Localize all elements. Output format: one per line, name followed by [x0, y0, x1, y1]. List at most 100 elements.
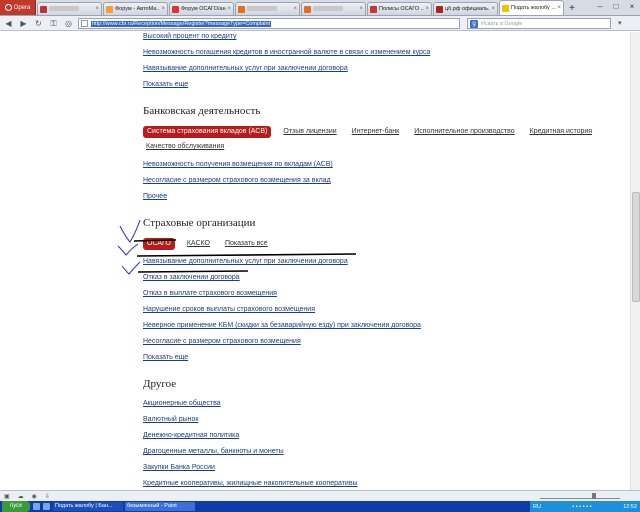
- subcategory-tab-active[interactable]: ОСАГО: [143, 238, 175, 250]
- category-link[interactable]: Кредитные кооперативы, жилищные накопите…: [143, 479, 623, 490]
- category-link[interactable]: Навязывание дополнительных услуг при зак…: [143, 257, 623, 273]
- browser-tab[interactable]: Форум ОСАГО/ан... ×: [169, 2, 234, 15]
- tray-language[interactable]: RU: [533, 504, 541, 510]
- quicklaunch-icon[interactable]: [33, 503, 40, 510]
- tab-title: [247, 5, 292, 13]
- browser-tab[interactable]: ×: [301, 2, 366, 15]
- vertical-scrollbar[interactable]: [630, 32, 640, 490]
- tab-close-icon[interactable]: ×: [293, 6, 297, 12]
- subcategory-tab[interactable]: Кредитная история: [527, 126, 595, 138]
- windows-taskbar: пуск Подать жалобу | Бан... безымянный - …: [0, 501, 640, 512]
- browser-tab[interactable]: цб.рф официаль... ×: [433, 2, 498, 15]
- category-link[interactable]: Нарушение сроков выплаты страхового возм…: [143, 305, 623, 321]
- close-window-icon[interactable]: ×: [624, 0, 640, 14]
- subcategory-tab[interactable]: Показать все: [222, 238, 271, 250]
- reload-icon[interactable]: ↻: [33, 18, 44, 29]
- tab-close-icon[interactable]: ×: [491, 6, 495, 12]
- window-controls: – □ ×: [592, 0, 640, 14]
- subcategory-tabs: Система страхования вкладов (АСВ) Отзыв л…: [143, 126, 623, 156]
- cloud-icon[interactable]: ☁: [18, 493, 24, 500]
- subcategory-tab[interactable]: Исполнительное производство: [411, 126, 517, 138]
- category-link[interactable]: Денежно-кредитная политика: [143, 431, 623, 447]
- show-more-link[interactable]: Показать еще: [143, 353, 623, 369]
- category-link[interactable]: Навязывание дополнительных услуг при зак…: [143, 64, 623, 80]
- tab-close-icon[interactable]: ×: [557, 5, 561, 11]
- category-link[interactable]: Несогласие с размером страхового возмеще…: [143, 337, 623, 353]
- downloads-icon[interactable]: ⇩: [45, 493, 50, 500]
- complaint-category-list: Высокий процент по кредиту Невозможность …: [143, 32, 623, 490]
- category-link[interactable]: Невозможность получения возмещения по вк…: [143, 160, 623, 176]
- browser-tab[interactable]: Полисы ОСАГО ... ×: [367, 2, 432, 15]
- tab-close-icon[interactable]: ×: [425, 6, 429, 12]
- category-link[interactable]: Отказ в заключении договора: [143, 273, 623, 289]
- zoom-slider[interactable]: [540, 493, 620, 499]
- category-link[interactable]: Высокий процент по кредиту: [143, 32, 623, 48]
- tab-close-icon[interactable]: ×: [95, 6, 99, 12]
- home-key-icon[interactable]: ⚿: [48, 18, 59, 29]
- tab-title: [49, 5, 94, 13]
- maximize-icon[interactable]: □: [608, 0, 624, 14]
- tab-close-icon[interactable]: ×: [161, 6, 165, 12]
- search-box[interactable]: g Искать в Google: [467, 18, 611, 29]
- browser-tab[interactable]: Подать жалобу ... ×: [499, 0, 564, 15]
- opera-menu-label: Opera: [13, 4, 31, 11]
- address-bar[interactable]: http://www.cbr.ru/Reception/Message/Regi…: [78, 18, 460, 29]
- system-tray: RU ▪ ▪ ▪ ▪ ▪ ▪ 12:52: [530, 501, 640, 512]
- new-tab-button[interactable]: +: [566, 3, 578, 15]
- redacted-title: [247, 5, 277, 11]
- quicklaunch-icon[interactable]: [43, 503, 50, 510]
- subcategory-tab-active[interactable]: Система страхования вкладов (АСВ): [143, 126, 272, 138]
- category-link[interactable]: Валютный рынок: [143, 415, 623, 431]
- opera-menu-button[interactable]: Opera: [0, 0, 36, 15]
- scrollbar-thumb[interactable]: [632, 192, 640, 302]
- panel-toggle-icon[interactable]: ▣: [4, 493, 10, 500]
- category-link[interactable]: Несогласие с размером страхового возмеще…: [143, 176, 623, 192]
- tab-close-icon[interactable]: ×: [359, 6, 363, 12]
- tab-bar: Opera × Форум - АвтоМа... × Форум ОСАГО/ан.…: [0, 0, 640, 16]
- tray-clock: 12:52: [623, 503, 637, 510]
- subcategory-tab[interactable]: Качество обслуживания: [143, 141, 227, 153]
- speed-dial-icon[interactable]: ◎: [63, 18, 74, 29]
- browser-tab[interactable]: ×: [37, 2, 102, 15]
- category-link[interactable]: Драгоценные металлы, банкноты и монеты: [143, 447, 623, 463]
- minimize-icon[interactable]: –: [592, 0, 608, 14]
- navigation-bar: ◀ ▶ ↻ ⚿ ◎ http://www.cbr.ru/Reception/Me…: [0, 16, 640, 31]
- tab-title: Форум - АвтоМа...: [115, 6, 161, 12]
- category-link[interactable]: Прочее: [143, 192, 623, 208]
- category-link[interactable]: Невозможность погашения кредитов в иност…: [143, 48, 623, 64]
- show-more-link[interactable]: Показать еще: [143, 80, 623, 96]
- tab-close-icon[interactable]: ×: [227, 6, 231, 12]
- favicon-icon: [436, 5, 443, 13]
- taskbar-task[interactable]: безымянный - Paint: [125, 502, 195, 511]
- page-icon: [81, 20, 88, 27]
- favicon-icon: [304, 5, 311, 13]
- address-url: http://www.cbr.ru/Reception/Message/Regi…: [91, 20, 272, 27]
- favicon-icon: [370, 5, 377, 13]
- subcategory-tab[interactable]: Интернет-банк: [349, 126, 403, 138]
- tab-title: [313, 5, 358, 13]
- search-arrow-icon[interactable]: ▾: [618, 19, 622, 27]
- start-button[interactable]: пуск: [2, 501, 30, 512]
- taskbar-task[interactable]: Подать жалобу | Бан...: [53, 502, 123, 511]
- turbo-icon[interactable]: ◉: [32, 493, 37, 500]
- category-link[interactable]: Отказ в выплате страхового возмещения: [143, 289, 623, 305]
- forward-icon[interactable]: ▶: [18, 18, 29, 29]
- opera-logo-icon: [4, 4, 12, 11]
- category-link[interactable]: Закупки Банка России: [143, 463, 623, 479]
- subcategory-tab[interactable]: Отзыв лицензии: [280, 126, 339, 138]
- browser-tab[interactable]: ×: [235, 2, 300, 15]
- favicon-icon: [502, 4, 509, 12]
- zoom-knob[interactable]: [592, 493, 596, 499]
- browser-tab[interactable]: Форум - АвтоМа... ×: [103, 2, 168, 15]
- favicon-icon: [172, 5, 179, 13]
- subcategory-tab[interactable]: КАСКО: [184, 238, 213, 250]
- back-icon[interactable]: ◀: [3, 18, 14, 29]
- tab-title: Полисы ОСАГО ...: [379, 6, 425, 12]
- favicon-icon: [238, 5, 245, 13]
- redacted-title: [313, 5, 343, 11]
- category-link[interactable]: Акционерные общества: [143, 399, 623, 415]
- section-heading: Банковская деятельность: [143, 105, 261, 117]
- category-link[interactable]: Неверное применение КБМ (скидки за безав…: [143, 321, 623, 337]
